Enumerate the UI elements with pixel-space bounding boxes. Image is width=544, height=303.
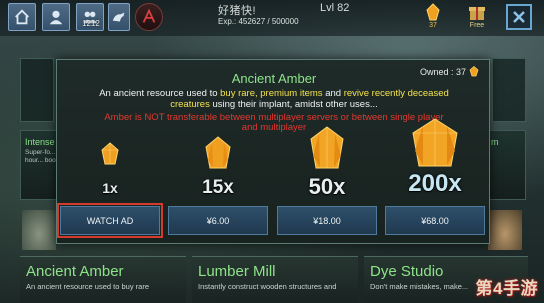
gift-button[interactable]: Free bbox=[464, 2, 490, 32]
store-card-title: Lumber Mill bbox=[198, 263, 276, 280]
close-icon bbox=[513, 11, 525, 23]
person-icon bbox=[49, 10, 63, 25]
watermark: 第4手游 bbox=[475, 279, 538, 298]
home-button[interactable] bbox=[8, 3, 36, 31]
amber-packs: 1x WATCH AD 15x ¥6.00 50x ¥18.00 200x ¥6… bbox=[57, 118, 491, 238]
store-card-text: An ancient resource used to buy rare bbox=[26, 282, 149, 291]
implant-button[interactable] bbox=[135, 3, 163, 31]
player-name: 好猪快! bbox=[218, 5, 257, 17]
buy-15-button[interactable]: ¥6.00 bbox=[168, 206, 268, 235]
store-card-text: Instantly construct wooden structures an… bbox=[198, 282, 337, 291]
watch-ad-button[interactable]: WATCH AD bbox=[57, 203, 163, 238]
pack-quantity: 15x bbox=[202, 177, 234, 198]
gift-icon bbox=[469, 7, 485, 20]
home-icon bbox=[15, 9, 29, 25]
close-button[interactable] bbox=[506, 4, 532, 30]
store-card-title: Ancient Amber bbox=[26, 263, 124, 280]
store-card-image bbox=[488, 210, 522, 250]
amber-pack-50: 50x ¥18.00 bbox=[277, 126, 377, 236]
store-card-right[interactable]: m bbox=[486, 130, 526, 200]
store-card-frame-left bbox=[20, 58, 54, 122]
player-level: Lvl 82 bbox=[320, 2, 350, 14]
pack-quantity: 50x bbox=[308, 174, 346, 199]
buy-50-button[interactable]: ¥18.00 bbox=[277, 206, 377, 235]
top-bar: 1212 好猪快! Lvl 82 Exp.: 452627 / 500000 3… bbox=[0, 0, 544, 36]
store-card-ancient-amber[interactable]: Ancient Amber An ancient resource used t… bbox=[20, 256, 186, 303]
amber-icon bbox=[469, 66, 479, 77]
amber-icon bbox=[426, 3, 440, 21]
gift-label: Free bbox=[469, 22, 485, 29]
store-card-lumber-mill[interactable]: Lumber Mill Instantly construct wooden s… bbox=[192, 256, 358, 303]
amber-pack-15: 15x ¥6.00 bbox=[168, 136, 268, 236]
amber-purchase-dialog: Ancient Amber Owned : 37 An ancient reso… bbox=[56, 59, 490, 244]
amber-icon bbox=[310, 126, 344, 169]
dialog-description: An ancient resource used to buy rare, pr… bbox=[99, 88, 449, 110]
amber-icon bbox=[412, 118, 458, 167]
pack-quantity: 1x bbox=[102, 180, 118, 196]
dino-button[interactable] bbox=[108, 3, 130, 31]
amber-store-button[interactable]: 37 bbox=[420, 2, 446, 32]
store-card-image bbox=[22, 210, 56, 250]
owned-label: Owned : 37 bbox=[419, 66, 466, 77]
amber-count: 37 bbox=[429, 22, 437, 29]
xp-readout: Exp.: 452627 / 500000 bbox=[218, 17, 299, 26]
dino-icon bbox=[112, 12, 125, 22]
owned-amber-count: Owned : 37 bbox=[420, 66, 479, 77]
transfer-warning: Amber is NOT transferable between multip… bbox=[104, 112, 444, 134]
amber-icon bbox=[101, 142, 119, 165]
profile-button[interactable] bbox=[42, 3, 70, 31]
store-card-title: m bbox=[491, 137, 499, 147]
implant-icon bbox=[142, 8, 156, 23]
buy-200-button[interactable]: ¥68.00 bbox=[385, 206, 485, 235]
pack-quantity: 200x bbox=[408, 170, 462, 197]
amber-icon bbox=[205, 136, 231, 169]
amber-pack-1: 1x WATCH AD bbox=[57, 136, 163, 238]
store-card-frame-right bbox=[492, 58, 526, 122]
amber-pack-200: 200x ¥68.00 bbox=[385, 118, 485, 236]
tribe-count: 1212 bbox=[82, 19, 100, 28]
